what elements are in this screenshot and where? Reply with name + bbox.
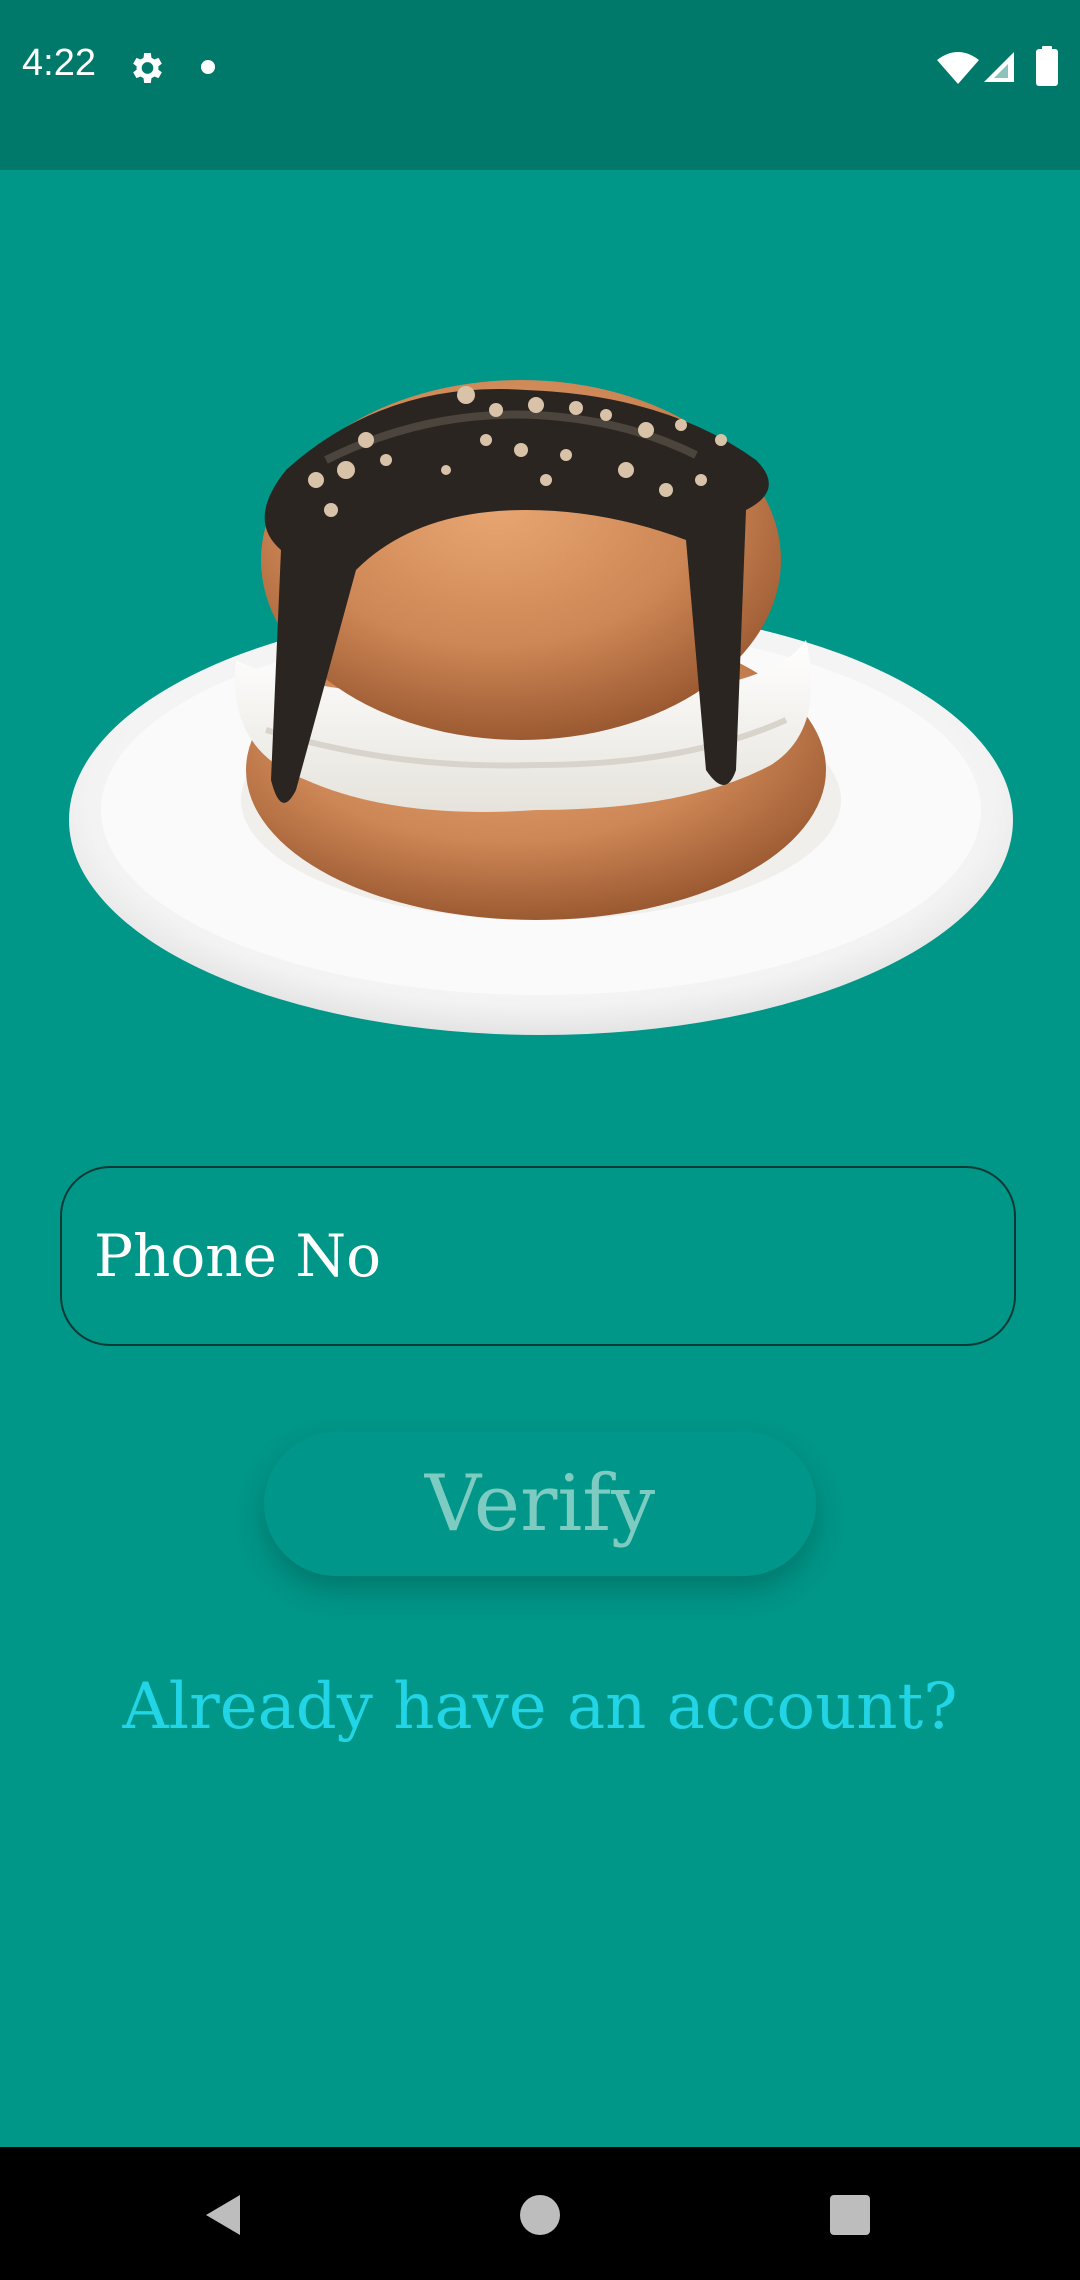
status-bar: 4:22 <box>0 0 1080 170</box>
signup-screen: 4:22 Phone No Verify Already have an acc… <box>0 0 1080 2280</box>
home-icon[interactable] <box>520 2195 560 2235</box>
notification-dot-icon <box>201 60 215 74</box>
status-time: 4:22 <box>22 42 96 84</box>
navigation-bar <box>0 2147 1080 2280</box>
verify-button[interactable]: Verify <box>264 1432 816 1576</box>
recents-icon[interactable] <box>830 2195 870 2235</box>
back-icon[interactable] <box>204 2193 244 2237</box>
cream-bun-image <box>69 380 1013 1035</box>
phone-number-input[interactable] <box>60 1166 1016 1346</box>
signal-icon <box>984 52 1014 82</box>
battery-icon <box>1036 46 1058 86</box>
login-link[interactable]: Already have an account? <box>0 1670 1080 1744</box>
gear-icon <box>133 53 162 83</box>
wifi-icon <box>937 52 979 84</box>
